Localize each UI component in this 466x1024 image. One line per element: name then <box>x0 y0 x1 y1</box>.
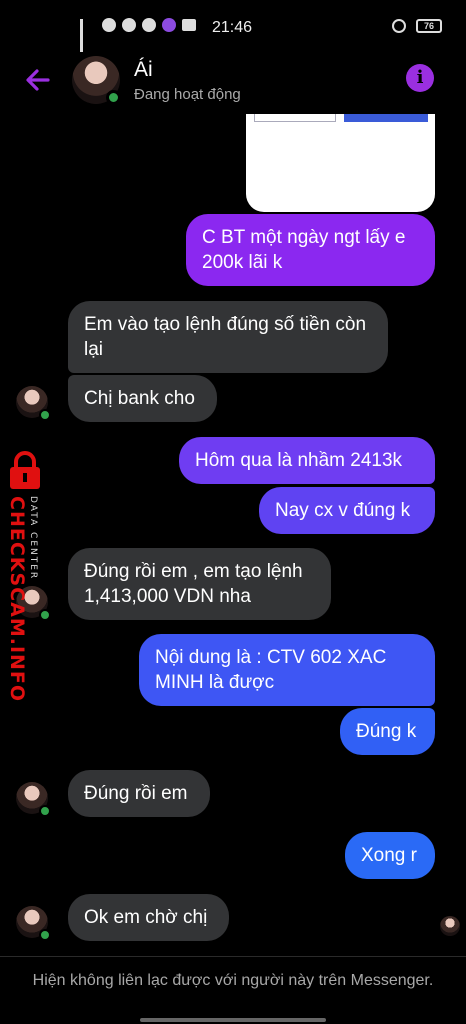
message-outgoing[interactable]: Nay cx v đúng k <box>259 487 435 534</box>
battery-icon: 76 <box>416 19 442 33</box>
info-icon[interactable]: i <box>406 64 434 92</box>
message-incoming[interactable]: Đúng rồi em , em tạo lệnh 1,413,000 VDN … <box>68 548 331 620</box>
image-card-button-outline <box>254 114 336 122</box>
contact-avatar[interactable] <box>72 56 121 105</box>
sender-avatar[interactable] <box>16 782 51 817</box>
watermark: CHECKSCAM.INFO DATA CENTER <box>0 450 52 702</box>
status-icons-left <box>80 18 196 52</box>
lock-icon <box>10 451 40 489</box>
active-status: Đang hoạt động <box>134 86 241 103</box>
unavailable-notice: Hiện không liên lạc được với người này t… <box>32 972 434 989</box>
seen-receipt-avatar <box>440 916 460 936</box>
message-outgoing[interactable]: Xong r <box>345 832 435 879</box>
online-indicator <box>39 409 51 421</box>
wifi-icon <box>102 18 116 32</box>
online-indicator <box>106 90 121 105</box>
message-incoming[interactable]: Chị bank cho <box>68 375 217 422</box>
shared-image-card[interactable] <box>246 114 435 212</box>
message-outgoing[interactable]: C BT một ngày ngt lấy e 200k lãi k <box>186 214 435 286</box>
messenger-icon <box>142 18 156 32</box>
sender-avatar[interactable] <box>16 906 51 941</box>
chat-header: Ái Đang hoạt động i <box>0 52 466 112</box>
footer-divider <box>0 956 466 957</box>
online-indicator <box>39 805 51 817</box>
mail-icon <box>182 19 196 31</box>
message-outgoing[interactable]: Đúng k <box>340 708 435 755</box>
message-outgoing[interactable]: Hôm qua là nhầm 2413k <box>179 437 435 484</box>
message-outgoing[interactable]: Nội dung là : CTV 602 XAC MINH là được <box>139 634 435 706</box>
app-notification-icon <box>162 18 176 32</box>
watermark-text: CHECKSCAM.INFO <box>6 496 28 703</box>
watermark-subtext: DATA CENTER <box>28 496 38 581</box>
status-icons-right: 76 <box>392 19 442 33</box>
home-indicator[interactable] <box>140 1018 326 1022</box>
settings-icon <box>122 18 136 32</box>
sender-avatar[interactable] <box>16 386 51 421</box>
contact-name[interactable]: Ái <box>134 58 153 82</box>
back-arrow-icon[interactable] <box>22 64 54 96</box>
clock: 21:46 <box>212 19 253 36</box>
message-incoming[interactable]: Ok em chờ chị <box>68 894 229 941</box>
message-incoming[interactable]: Đúng rồi em <box>68 770 210 817</box>
image-card-button-filled <box>344 114 428 122</box>
signal-icon <box>80 19 96 52</box>
status-bar: 21:46 76 <box>0 0 466 52</box>
online-indicator <box>39 929 51 941</box>
alarm-icon <box>392 19 406 33</box>
message-incoming[interactable]: Em vào tạo lệnh đúng số tiền còn lại <box>68 301 388 373</box>
